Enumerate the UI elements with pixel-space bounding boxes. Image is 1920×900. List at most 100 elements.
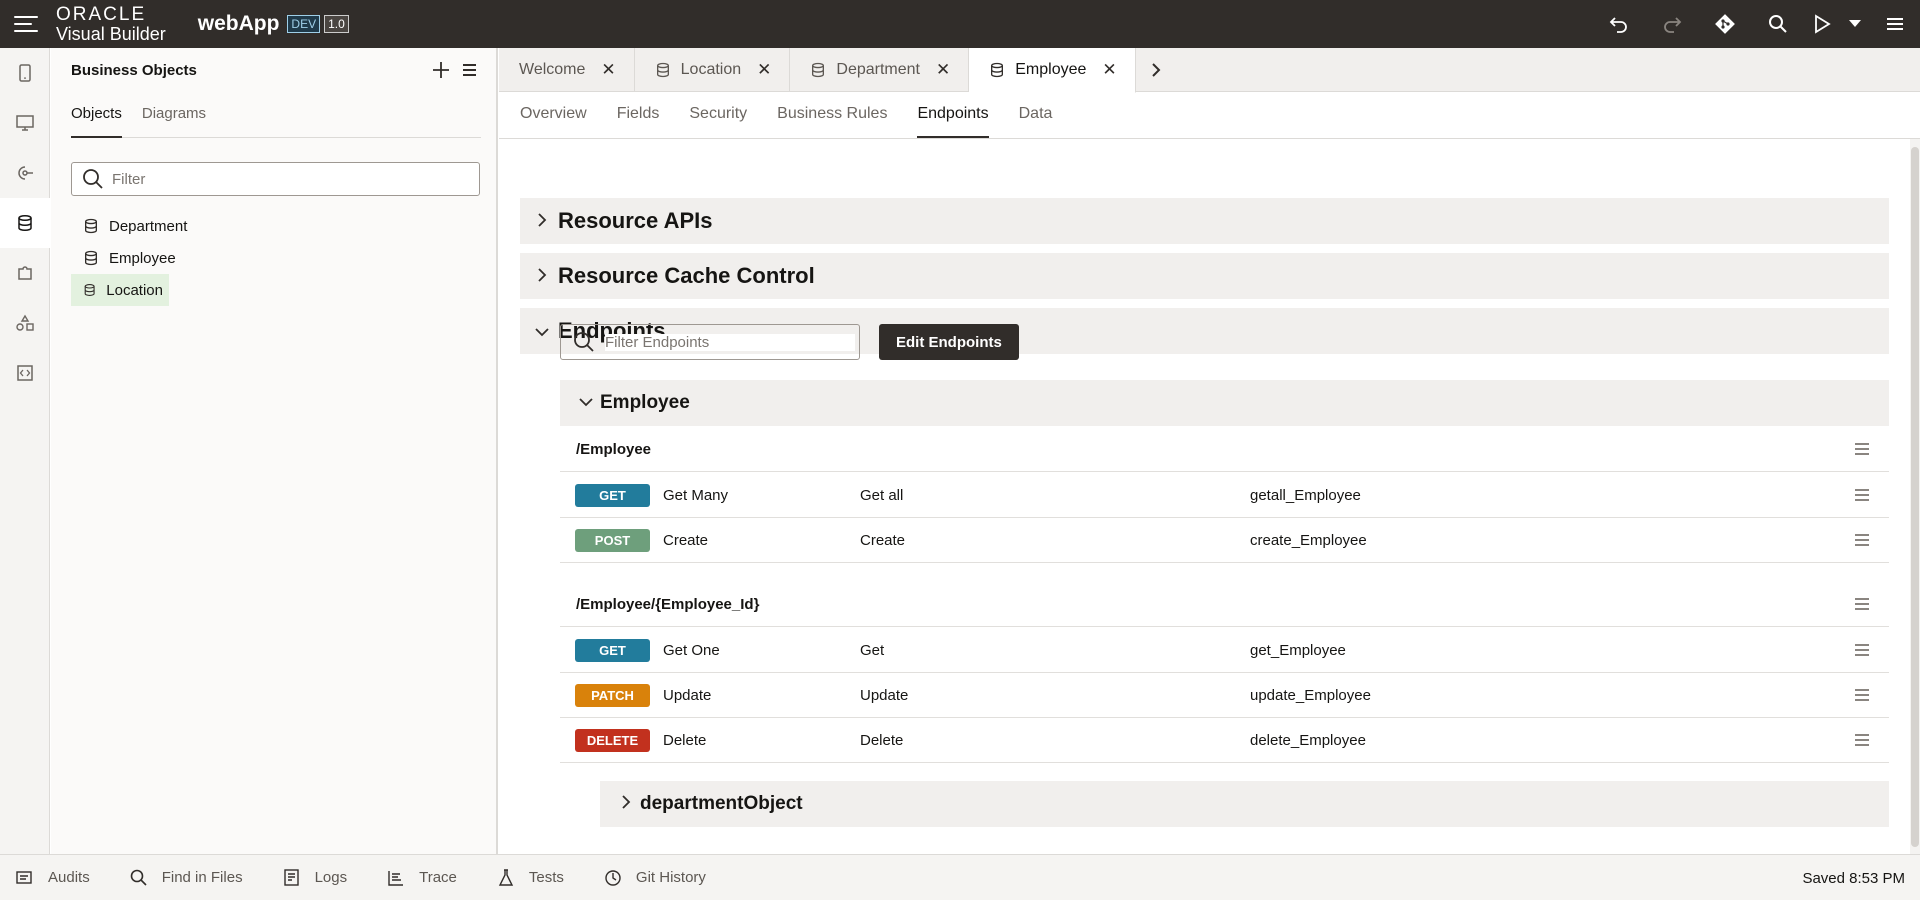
bottom-item-label: Trace [419,869,457,886]
list-item-label: Employee [109,249,176,267]
vertical-scrollbar[interactable] [1910,139,1920,854]
endpoint-description: Get [860,641,885,659]
drag-handle-icon[interactable] [1855,598,1869,610]
bottom-item-label: Git History [635,869,706,886]
endpoint-path: /Employee [560,427,1889,472]
section-resource-cache-control[interactable]: Resource Cache Control [520,253,1889,299]
components-icon[interactable] [0,248,50,298]
undo-icon[interactable] [1592,0,1645,48]
run-options-chevron-down-icon[interactable] [1840,0,1870,48]
endpoint-id: delete_Employee [1250,731,1366,749]
scrollbar-thumb[interactable] [1911,147,1919,847]
bottom-bar: Audits Find in Files Logs Trace Tests Gi… [0,854,1920,900]
drag-handle-icon[interactable] [1855,689,1869,701]
audits-button[interactable]: Audits [16,869,90,886]
subtab-endpoints[interactable]: Endpoints [917,105,989,138]
edit-endpoints-button[interactable]: Edit Endpoints [879,324,1019,360]
source-view-icon[interactable] [0,348,50,398]
endpoint-description: Update [860,686,909,704]
group-title: Employee [600,392,690,413]
method-badge: GET [575,638,650,662]
logs-button[interactable]: Logs [283,868,347,887]
section-title: Resource Cache Control [558,263,815,288]
drag-handle-icon[interactable] [1855,489,1869,501]
search-icon[interactable] [1751,0,1804,48]
subtab-data[interactable]: Data [1019,105,1053,138]
endpoint-name: Update [663,686,712,704]
git-icon[interactable] [1698,0,1751,48]
table-row[interactable]: PATCH Update Update update_Employee [560,673,1889,718]
table-row[interactable]: DELETE Delete Delete delete_Employee [560,718,1889,763]
run-icon[interactable] [1804,0,1840,48]
tab-objects[interactable]: Objects [71,105,122,138]
table-row[interactable]: GET Get One Get get_Employee [560,628,1889,673]
drag-handle-icon[interactable] [1855,443,1869,455]
endpoint-name: Get Many [663,486,729,504]
table-row[interactable]: GET Get Many Get all getall_Employee [560,473,1889,518]
main-menu-icon[interactable] [14,16,38,32]
endpoint-name: Create [663,531,709,549]
endpoints-filter-input[interactable] [605,333,855,351]
web-apps-icon[interactable] [0,98,50,148]
close-icon[interactable]: ✕ [1102,60,1116,80]
subtab-fields[interactable]: Fields [617,105,660,138]
processes-icon[interactable] [0,298,50,348]
close-icon[interactable]: ✕ [601,60,615,80]
trace-icon [387,869,405,887]
git-history-button[interactable]: Git History [604,869,706,887]
list-item-department[interactable]: Department [71,210,480,242]
database-icon [85,218,97,234]
tab-diagrams[interactable]: Diagrams [142,105,206,137]
chevron-right-icon [526,211,558,232]
mobile-apps-icon[interactable] [0,48,50,98]
tab-employee[interactable]: Employee ✕ [969,48,1136,93]
section-resource-apis[interactable]: Resource APIs [520,198,1889,244]
find-in-files-button[interactable]: Find in Files [130,869,243,887]
section-title: departmentObject [640,793,803,814]
objects-filter [71,162,480,196]
add-business-object-icon[interactable] [433,58,449,84]
redo-icon[interactable] [1645,0,1698,48]
chevron-down-icon [572,394,600,412]
more-menu-icon[interactable] [1870,0,1920,48]
drag-handle-icon[interactable] [1855,534,1869,546]
endpoint-id: update_Employee [1250,686,1371,704]
bottom-item-label: Audits [48,869,90,886]
drag-handle-icon[interactable] [1855,644,1869,656]
subtab-security[interactable]: Security [689,105,747,138]
tab-location[interactable]: Location ✕ [635,48,791,92]
services-icon[interactable] [0,148,50,198]
app-name: webApp [197,12,280,35]
subtab-overview[interactable]: Overview [520,105,587,138]
bottom-item-label: Find in Files [161,869,243,886]
more-tabs-chevron-right-icon[interactable] [1136,48,1176,92]
list-item-employee[interactable]: Employee [71,242,480,274]
close-icon[interactable]: ✕ [936,60,950,80]
drag-handle-icon[interactable] [1855,734,1869,746]
chevron-down-icon [526,321,558,342]
env-badge: DEV [287,15,321,33]
close-icon[interactable]: ✕ [757,60,771,80]
list-item-location[interactable]: Location [71,274,169,306]
objects-filter-input[interactable] [112,170,452,188]
path-label: /Employee/{Employee_Id} [576,595,760,613]
panel-tabs: Objects Diagrams [71,105,481,138]
method-badge: PATCH [575,683,650,707]
top-actions [1592,0,1920,48]
table-row[interactable]: POST Create Create create_Employee [560,518,1889,563]
tab-welcome[interactable]: Welcome ✕ [499,48,635,92]
endpoint-description: Get all [860,486,904,504]
tab-department[interactable]: Department ✕ [790,48,970,92]
tests-button[interactable]: Tests [497,868,564,887]
method-badge: GET [575,483,650,507]
top-bar: ORACLE Visual Builder webApp DEV 1.0 [0,0,1920,48]
path-label: /Employee [576,440,652,458]
tab-label: Location [680,61,742,78]
endpoint-group-employee[interactable]: Employee [560,380,1889,426]
panel-menu-icon[interactable] [463,64,476,76]
chevron-right-icon [526,266,558,287]
subtab-business-rules[interactable]: Business Rules [777,105,887,138]
business-objects-icon[interactable] [0,198,50,248]
trace-button[interactable]: Trace [387,869,457,887]
section-department-object[interactable]: departmentObject [600,781,1889,827]
